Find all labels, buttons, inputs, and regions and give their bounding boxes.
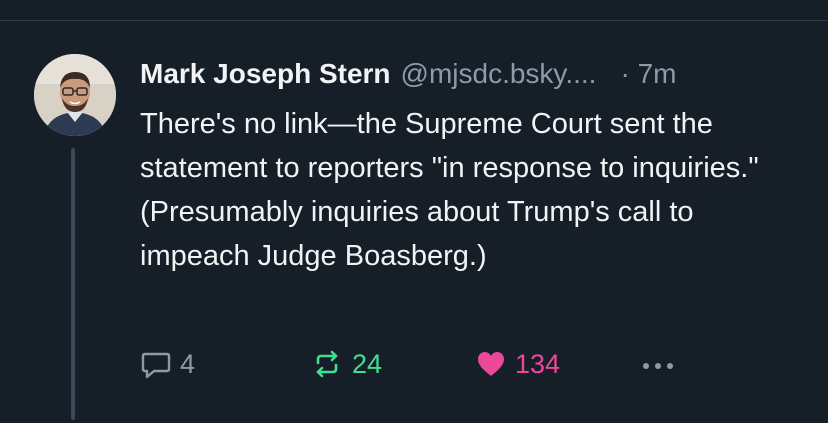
thread-line: [71, 148, 75, 420]
repost-arrows-icon: [310, 348, 344, 380]
repost-button[interactable]: 24: [310, 346, 382, 382]
top-divider: [0, 20, 828, 21]
heart-icon: [475, 348, 507, 380]
reply-button[interactable]: 4: [140, 346, 195, 382]
like-count: 134: [515, 348, 561, 379]
avatar[interactable]: [34, 54, 116, 136]
speech-bubble-icon: [140, 348, 172, 380]
ellipsis-icon: [638, 348, 678, 380]
more-options-button[interactable]: [638, 346, 678, 382]
author-name[interactable]: Mark Joseph Stern: [140, 58, 391, 90]
avatar-image: [34, 54, 116, 136]
author-handle[interactable]: @mjsdc.bsky....: [401, 58, 597, 90]
post-text: There's no link—the Supreme Court sent t…: [140, 108, 759, 272]
repost-count: 24: [352, 348, 383, 379]
post-timestamp[interactable]: · 7m: [620, 58, 676, 90]
post-header: Mark Joseph Stern @mjsdc.bsky.... · 7m: [140, 58, 800, 98]
post: Mark Joseph Stern @mjsdc.bsky.... · 7m T…: [140, 58, 800, 278]
post-actions: 4 24 134: [140, 346, 700, 382]
reply-count: 4: [180, 348, 196, 379]
like-button[interactable]: 134: [475, 346, 560, 382]
